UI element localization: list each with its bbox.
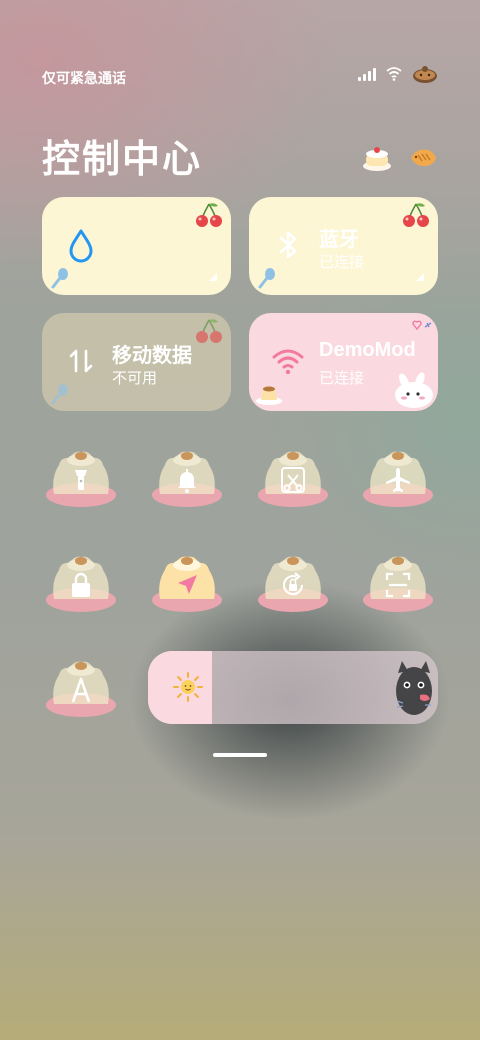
status-icons [358, 64, 438, 84]
bell-icon [178, 469, 196, 493]
cat-icon[interactable] [394, 657, 434, 719]
sun-icon [173, 672, 203, 702]
lock-icon [72, 572, 90, 597]
bluetooth-status: 已连接 [319, 254, 365, 271]
toggle-rotation-lock[interactable] [257, 552, 329, 614]
bunny-decoration-icon [395, 372, 433, 408]
bluetooth-tile[interactable]: 蓝牙 已连接 [249, 197, 438, 295]
brightness-slider[interactable] [148, 651, 438, 724]
bluetooth-label: 蓝牙 [319, 229, 359, 251]
toggle-screenshot[interactable] [257, 447, 329, 509]
cherry-icon [196, 319, 222, 343]
location-arrow-icon [178, 575, 197, 594]
flashlight-icon [75, 470, 87, 490]
mobile-data-tile[interactable]: 移动数据 不可用 [42, 313, 231, 411]
pudding-decoration-icon [256, 386, 282, 405]
scan-icon [385, 572, 411, 598]
mobile-data-status: 不可用 [112, 370, 158, 387]
signal-icon [358, 67, 376, 81]
water-drop-icon [69, 229, 93, 263]
cake-decoration-icon [363, 147, 391, 171]
status-bar: 仅可紧急通话 [42, 64, 438, 90]
toggle-ring[interactable] [151, 447, 223, 509]
wifi-status: 已连接 [319, 370, 365, 387]
spoon-icon [51, 384, 68, 405]
scissors-icon [281, 467, 305, 493]
tile-expand-indicator [209, 273, 217, 281]
toggle-flashlight[interactable] [45, 447, 117, 509]
toggle-airplane[interactable] [362, 447, 434, 509]
spoon-icon [51, 268, 68, 289]
cherry-icon [196, 203, 222, 227]
battery-icon [413, 66, 437, 83]
toggle-auto-font[interactable] [45, 657, 117, 719]
wifi-icon [272, 349, 304, 375]
carrier-status: 仅可紧急通话 [42, 70, 126, 86]
mobile-data-label: 移动数据 [112, 345, 192, 367]
spoon-icon [258, 268, 275, 289]
wifi-icon [386, 67, 402, 81]
home-indicator[interactable] [213, 753, 267, 757]
tile-expand-indicator [416, 273, 424, 281]
taiyaki-decoration-icon [411, 149, 436, 167]
cherry-icon [403, 203, 429, 227]
toggle-lock[interactable] [45, 552, 117, 614]
wifi-network-name: DemoMod [319, 339, 416, 361]
page-title: 控制中心 [42, 139, 203, 181]
heart-star-decoration-icon [412, 320, 432, 331]
mobile-data-icon [69, 349, 93, 373]
toggle-location[interactable] [151, 552, 223, 614]
toggle-scan[interactable] [362, 552, 434, 614]
airplane-icon [386, 468, 410, 492]
data-usage-tile[interactable] [42, 197, 231, 295]
rotation-lock-icon [282, 572, 304, 596]
letter-a-icon [71, 677, 91, 703]
wifi-tile[interactable]: DemoMod 已连接 [249, 313, 438, 411]
bluetooth-icon [279, 231, 297, 259]
